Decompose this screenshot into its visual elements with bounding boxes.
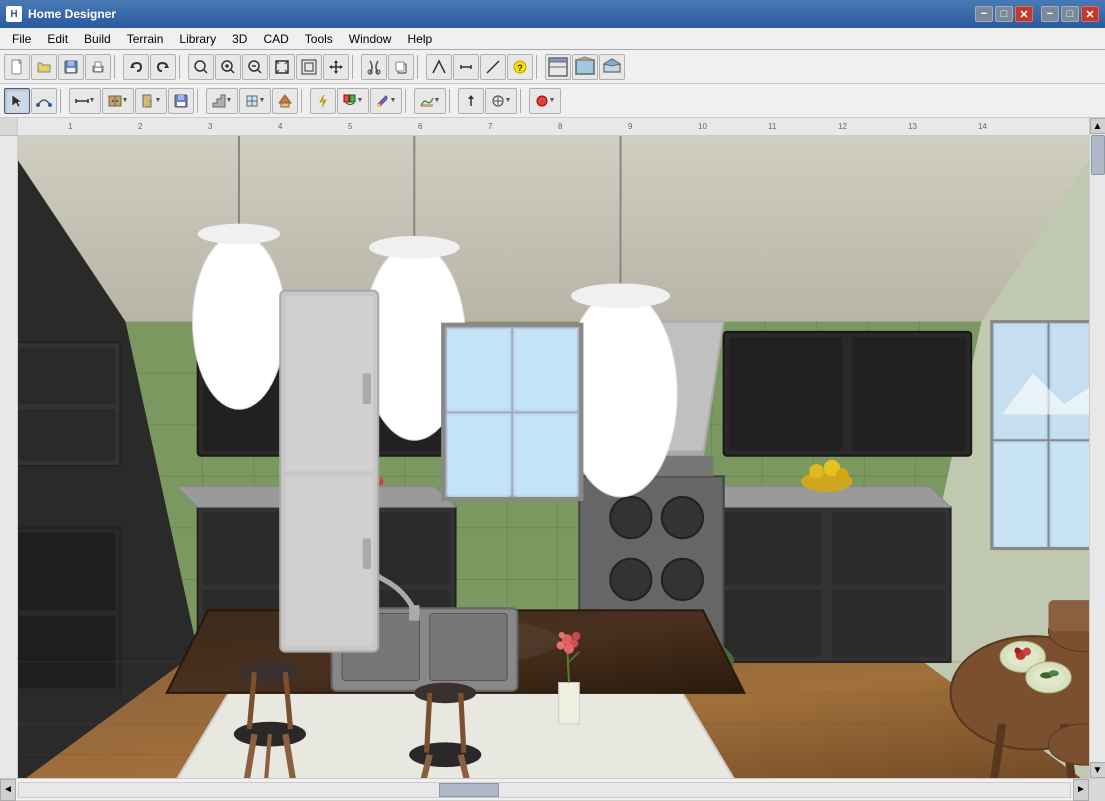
menu-window[interactable]: Window xyxy=(341,30,400,48)
terrain-tool-button[interactable]: ▼ xyxy=(414,88,446,114)
close-button[interactable]: ✕ xyxy=(1081,6,1099,22)
app-icon: H xyxy=(6,6,22,22)
menu-edit[interactable]: Edit xyxy=(39,30,76,48)
menu-build[interactable]: Build xyxy=(76,30,119,48)
separator-4 xyxy=(417,55,423,79)
3d-scene: SM xyxy=(18,136,1089,778)
window-tool-button[interactable]: ▼ xyxy=(239,88,271,114)
separator-2 xyxy=(179,55,185,79)
electrical-button[interactable] xyxy=(310,88,336,114)
scroll-thumb-vertical[interactable] xyxy=(1091,135,1105,175)
floor-plan-button[interactable] xyxy=(545,54,571,80)
stairs-button[interactable]: ▼ xyxy=(206,88,238,114)
zoom-out-button[interactable] xyxy=(242,54,268,80)
dimension-button[interactable]: ▼ xyxy=(69,88,101,114)
line-button[interactable] xyxy=(480,54,506,80)
roof-button[interactable] xyxy=(272,88,298,114)
inner-close-button[interactable]: ✕ xyxy=(1015,6,1033,22)
status-corner xyxy=(1089,779,1105,801)
print-button[interactable] xyxy=(85,54,111,80)
open-button[interactable] xyxy=(31,54,57,80)
bottom-bar: ◄ ► xyxy=(0,778,1105,800)
menu-3d[interactable]: 3D xyxy=(224,30,255,48)
perspective-button[interactable] xyxy=(599,54,625,80)
eyedropper-button[interactable]: ▼ xyxy=(370,88,402,114)
minimize-button[interactable]: − xyxy=(1041,6,1059,22)
canvas-area[interactable]: 1 2 3 4 5 6 7 8 9 10 11 12 13 14 xyxy=(18,118,1089,778)
door-button[interactable]: ▼ xyxy=(135,88,167,114)
copy-button[interactable] xyxy=(388,54,414,80)
scroll-track-horizontal[interactable] xyxy=(18,782,1071,798)
left-ruler xyxy=(0,118,18,778)
separator-1 xyxy=(114,55,120,79)
undo-button[interactable] xyxy=(123,54,149,80)
main-area: 1 2 3 4 5 6 7 8 9 10 11 12 13 14 xyxy=(0,118,1105,778)
separator-t2-5 xyxy=(449,89,455,113)
move-up-button[interactable] xyxy=(458,88,484,114)
separator-5 xyxy=(536,55,542,79)
paint-button[interactable]: ▼ xyxy=(337,88,369,114)
scroll-down-button[interactable]: ▼ xyxy=(1090,762,1105,778)
separator-t2-1 xyxy=(60,89,66,113)
menu-file[interactable]: File xyxy=(4,30,39,48)
menu-tools[interactable]: Tools xyxy=(297,30,341,48)
cut-button[interactable] xyxy=(361,54,387,80)
toolbar-2: ▼ ▼ ▼ ▼ ▼ ▼ ▼ ▼ xyxy=(0,84,1105,118)
transform-button[interactable]: ▼ xyxy=(485,88,517,114)
save-tool-button[interactable] xyxy=(168,88,194,114)
scroll-up-button[interactable]: ▲ xyxy=(1090,118,1105,134)
menu-library[interactable]: Library xyxy=(171,30,224,48)
scroll-right-button[interactable]: ► xyxy=(1073,779,1089,801)
kitchen-svg: SM xyxy=(18,136,1089,778)
scroll-thumb-horizontal[interactable] xyxy=(439,783,499,797)
window-title: Home Designer xyxy=(28,7,975,21)
new-button[interactable] xyxy=(4,54,30,80)
help-button[interactable]: ? xyxy=(507,54,533,80)
zoom-realtime-button[interactable] xyxy=(188,54,214,80)
menu-cad[interactable]: CAD xyxy=(255,30,296,48)
inner-minimize-button[interactable]: − xyxy=(975,6,993,22)
menu-terrain[interactable]: Terrain xyxy=(119,30,172,48)
menu-help[interactable]: Help xyxy=(399,30,440,48)
scroll-track-vertical[interactable] xyxy=(1090,134,1105,762)
cabinet-button[interactable]: ▼ xyxy=(102,88,134,114)
measure-button[interactable] xyxy=(453,54,479,80)
elevation-button[interactable] xyxy=(572,54,598,80)
fit-window-button[interactable] xyxy=(269,54,295,80)
separator-t2-6 xyxy=(520,89,526,113)
redo-button[interactable] xyxy=(150,54,176,80)
right-scrollbar: ▲ ▼ xyxy=(1089,118,1105,778)
zoom-in-button[interactable] xyxy=(215,54,241,80)
pan-button[interactable] xyxy=(323,54,349,80)
inner-maximize-button[interactable]: □ xyxy=(995,6,1013,22)
record-button[interactable]: ▼ xyxy=(529,88,561,114)
scroll-left-button[interactable]: ◄ xyxy=(0,779,16,801)
separator-3 xyxy=(352,55,358,79)
svg-text:?: ? xyxy=(517,63,523,73)
edit-bezier-button[interactable] xyxy=(31,88,57,114)
save-button[interactable] xyxy=(58,54,84,80)
menu-bar: File Edit Build Terrain Library 3D CAD T… xyxy=(0,28,1105,50)
zoom-fit-button[interactable] xyxy=(296,54,322,80)
title-bar: H Home Designer − □ ✕ − □ ✕ xyxy=(0,0,1105,28)
top-ruler: 1 2 3 4 5 6 7 8 9 10 11 12 13 14 xyxy=(18,118,1089,136)
select-tool-button[interactable] xyxy=(4,88,30,114)
toolbar-1: ? xyxy=(0,50,1105,84)
maximize-button[interactable]: □ xyxy=(1061,6,1079,22)
separator-t2-2 xyxy=(197,89,203,113)
arrow-button[interactable] xyxy=(426,54,452,80)
separator-t2-4 xyxy=(405,89,411,113)
separator-t2-3 xyxy=(301,89,307,113)
